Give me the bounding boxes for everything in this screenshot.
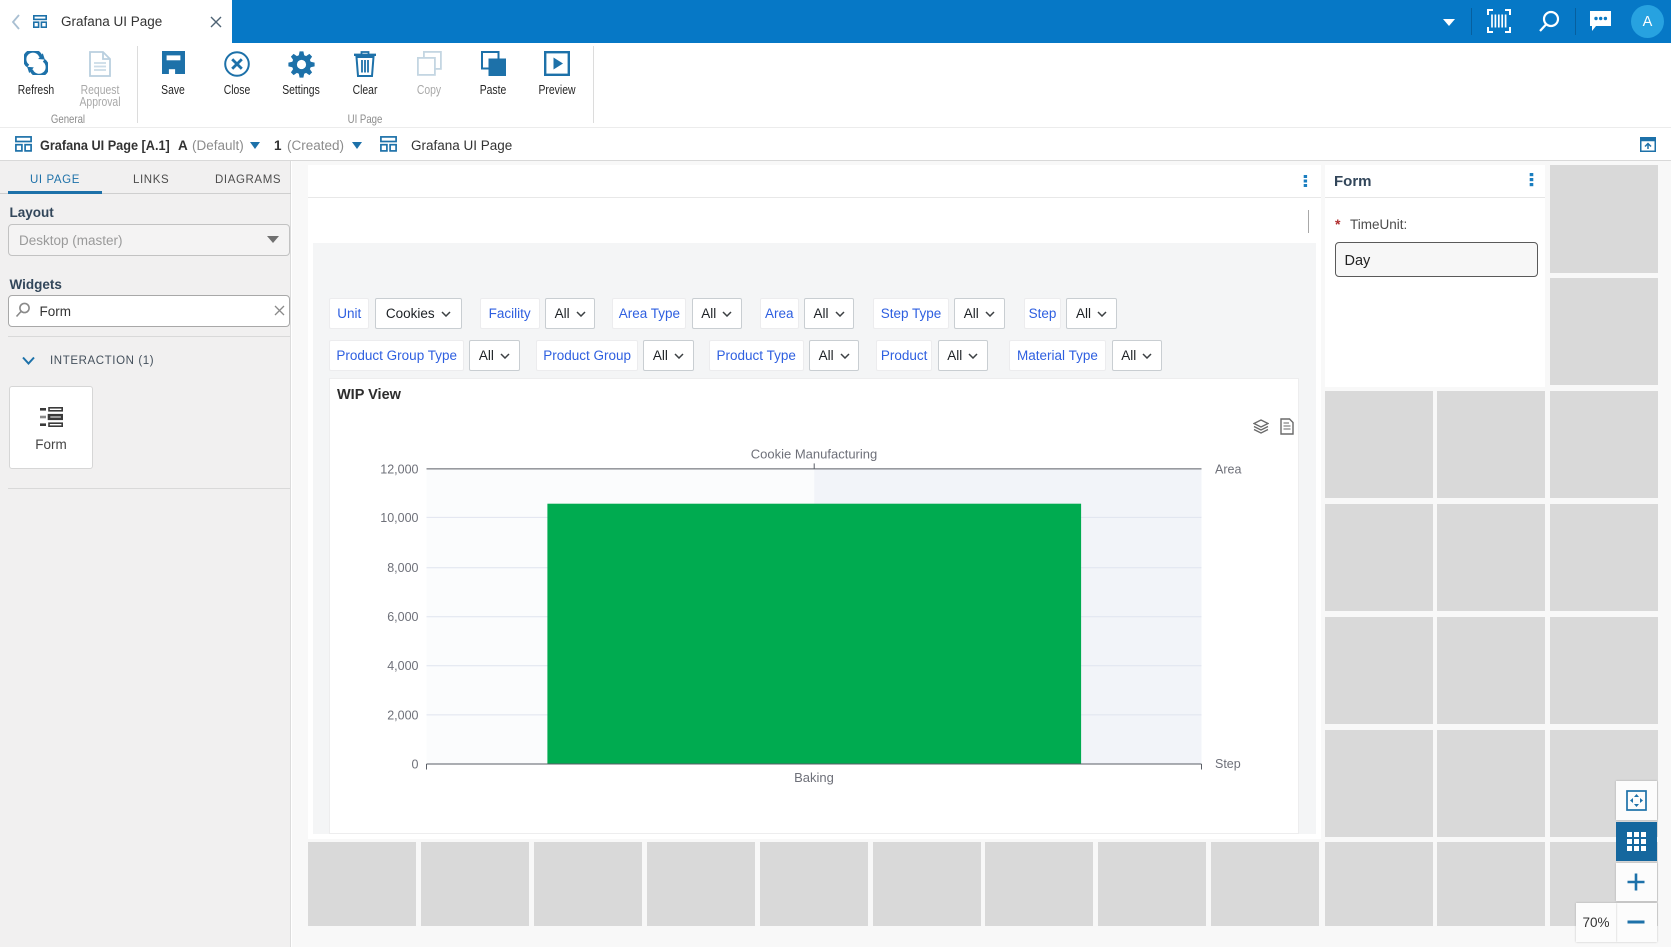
svg-text:0: 0 <box>412 757 419 771</box>
svg-text:10,000: 10,000 <box>380 511 418 525</box>
svg-text:Cookie Manufacturing: Cookie Manufacturing <box>751 447 877 462</box>
svg-text:8,000: 8,000 <box>387 561 418 575</box>
svg-text:Baking: Baking <box>794 770 834 785</box>
svg-text:Step: Step <box>1215 757 1241 771</box>
svg-text:Area: Area <box>1215 463 1241 477</box>
svg-text:4,000: 4,000 <box>387 659 418 673</box>
svg-text:12,000: 12,000 <box>380 462 418 476</box>
svg-text:2,000: 2,000 <box>387 708 418 722</box>
svg-text:6,000: 6,000 <box>387 610 418 624</box>
